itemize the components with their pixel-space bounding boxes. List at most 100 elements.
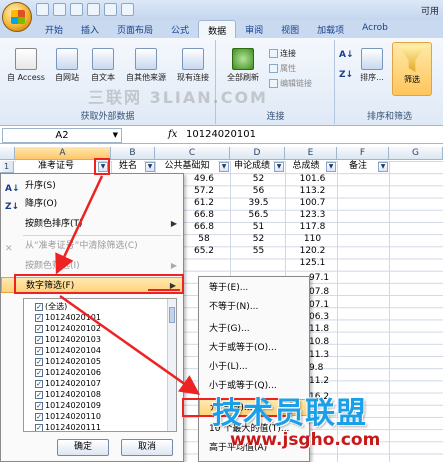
- checkbox-item[interactable]: ✓ 10124020105: [28, 356, 101, 367]
- checkbox-item[interactable]: ✓ 10124020108: [28, 389, 101, 400]
- filter-dropdown-e[interactable]: ▼: [326, 162, 336, 172]
- header-cell-public-basics[interactable]: 公共基础知: [156, 161, 218, 173]
- submenu-item-greater-than[interactable]: 大于(G)...: [199, 321, 309, 338]
- cell-public-basics[interactable]: 66.8: [184, 221, 224, 233]
- cell-total-score[interactable]: 120.2: [290, 245, 335, 257]
- connections-button[interactable]: 连接: [269, 48, 296, 59]
- checkbox-item[interactable]: ✓ 10124020110: [28, 411, 101, 422]
- properties-button[interactable]: 属性: [269, 63, 296, 74]
- checkbox-select-all[interactable]: ✓ (全选): [28, 301, 67, 312]
- tab-insert[interactable]: 插入: [72, 20, 108, 38]
- cell-public-basics[interactable]: 65.2: [184, 245, 224, 257]
- submenu-item-equals[interactable]: 等于(E)...: [199, 280, 309, 297]
- select-all-corner[interactable]: [0, 147, 15, 160]
- header-cell-essay-score[interactable]: 申论成绩: [231, 161, 273, 173]
- submenu-item-not-equal[interactable]: 不等于(N)...: [199, 299, 309, 316]
- checkbox-item[interactable]: ✓ 10124020107: [28, 378, 101, 389]
- tab-addins[interactable]: 加载项: [308, 20, 353, 38]
- scrollbar-thumb[interactable]: [169, 307, 175, 323]
- cell-public-basics[interactable]: 66.8: [184, 209, 224, 221]
- cell-total-score[interactable]: 07.1: [309, 299, 335, 311]
- header-cell-name[interactable]: 姓名: [112, 161, 144, 173]
- header-cell-exam-id[interactable]: 准考证号: [16, 161, 96, 173]
- checkbox-item[interactable]: ✓ 10124020101: [28, 312, 101, 323]
- from-other-sources-button[interactable]: 自其他来源: [122, 48, 170, 83]
- cell-total-score[interactable]: 10.8: [309, 336, 335, 348]
- checkbox-item[interactable]: ✓ 10124020103: [28, 334, 101, 345]
- cell-total-score[interactable]: 07.8: [309, 286, 335, 298]
- qat-icon[interactable]: [87, 3, 100, 16]
- undo-icon[interactable]: [53, 3, 66, 16]
- cell-essay-score[interactable]: 52: [236, 233, 281, 245]
- filter-dropdown-b[interactable]: ▼: [145, 162, 155, 172]
- from-access-button[interactable]: 自 Access: [4, 48, 48, 83]
- cell-essay-score[interactable]: 51: [236, 221, 281, 233]
- menu-item-filter-by-color[interactable]: 按颜色筛选(I) ▶: [1, 258, 183, 274]
- refresh-all-button[interactable]: 全部刷新: [223, 48, 263, 83]
- cell-total-score[interactable]: 11.3: [309, 349, 335, 361]
- save-icon[interactable]: [36, 3, 49, 16]
- chevron-down-icon[interactable]: ▼: [113, 129, 118, 142]
- name-box[interactable]: A2 ▼: [2, 128, 122, 143]
- submenu-item-less-than[interactable]: 小于(L)...: [199, 359, 309, 376]
- checkbox-item[interactable]: ✓ 10124020106: [28, 367, 101, 378]
- column-header-d[interactable]: D: [230, 147, 285, 160]
- cell-public-basics[interactable]: 61.2: [184, 197, 224, 209]
- checkbox-item[interactable]: ✓ 10124020111: [28, 422, 101, 431]
- checkbox-item[interactable]: ✓ 10124020102: [28, 323, 101, 334]
- cell-total-score[interactable]: 110: [290, 233, 335, 245]
- column-header-c[interactable]: C: [155, 147, 230, 160]
- menu-item-sort-ascending[interactable]: A↓ 升序(S): [1, 178, 183, 194]
- from-web-button[interactable]: 自网站: [50, 48, 84, 83]
- filter-dropdown-f[interactable]: ▼: [378, 162, 388, 172]
- column-header-f[interactable]: F: [337, 147, 389, 160]
- from-text-button[interactable]: 自文本: [86, 48, 120, 83]
- cell-total-score[interactable]: 101.6: [290, 173, 335, 185]
- cell-total-score[interactable]: 113.2: [290, 185, 335, 197]
- qat-icon[interactable]: [104, 3, 117, 16]
- tab-view[interactable]: 视图: [272, 20, 308, 38]
- row-header-1[interactable]: 1: [0, 161, 14, 173]
- tab-page-layout[interactable]: 页面布局: [108, 20, 162, 38]
- tab-formulas[interactable]: 公式: [162, 20, 198, 38]
- cell-total-score[interactable]: 9.8: [309, 362, 335, 374]
- cell-total-score[interactable]: 11.2: [309, 375, 335, 387]
- qat-icon[interactable]: [121, 3, 134, 16]
- header-cell-total-score[interactable]: 总成绩: [286, 161, 326, 173]
- cell-essay-score[interactable]: 56: [236, 185, 281, 197]
- checklist-scrollbar[interactable]: [167, 299, 176, 431]
- column-header-b[interactable]: B: [111, 147, 155, 160]
- sort-asc-icon[interactable]: A↓: [339, 50, 354, 60]
- column-header-g[interactable]: G: [389, 147, 443, 160]
- ok-button[interactable]: 确定: [57, 439, 109, 456]
- cell-total-score[interactable]: 125.1: [290, 257, 335, 269]
- existing-connections-button[interactable]: 现有连接: [172, 48, 214, 83]
- tab-home[interactable]: 开始: [36, 20, 72, 38]
- formula-input[interactable]: 10124020101: [186, 128, 256, 143]
- tab-data[interactable]: 数据: [198, 20, 237, 38]
- filter-dropdown-c[interactable]: ▼: [219, 162, 229, 172]
- cell-essay-score[interactable]: 56.5: [236, 209, 281, 221]
- redo-icon[interactable]: [70, 3, 83, 16]
- header-cell-remarks[interactable]: 备注: [338, 161, 378, 173]
- cell-total-score[interactable]: 123.3: [290, 209, 335, 221]
- cell-public-basics[interactable]: 58: [184, 233, 224, 245]
- submenu-item-greater-or-equal[interactable]: 大于或等于(O)...: [199, 340, 309, 357]
- cancel-button[interactable]: 取消: [121, 439, 173, 456]
- menu-item-sort-descending[interactable]: Z↓ 降序(O): [1, 196, 183, 212]
- cell-total-score[interactable]: 06.3: [309, 311, 335, 323]
- checkbox-item[interactable]: ✓ 10124020109: [28, 400, 101, 411]
- column-header-e[interactable]: E: [285, 147, 337, 160]
- cell-essay-score[interactable]: 55: [236, 245, 281, 257]
- tab-acrobat[interactable]: Acrob: [353, 20, 397, 38]
- menu-item-sort-by-color[interactable]: 按颜色排序(T) ▶: [1, 216, 183, 232]
- function-icon[interactable]: fx: [168, 129, 177, 140]
- filter-dropdown-d[interactable]: ▼: [274, 162, 284, 172]
- cell-public-basics[interactable]: 49.6: [184, 173, 224, 185]
- cell-total-score[interactable]: 11.8: [309, 323, 335, 335]
- edit-links-button[interactable]: 编辑链接: [269, 78, 312, 89]
- filter-button[interactable]: 筛选: [392, 42, 432, 96]
- cell-total-score[interactable]: 117.8: [290, 221, 335, 233]
- cell-public-basics[interactable]: 57.2: [184, 185, 224, 197]
- tab-review[interactable]: 审阅: [236, 20, 272, 38]
